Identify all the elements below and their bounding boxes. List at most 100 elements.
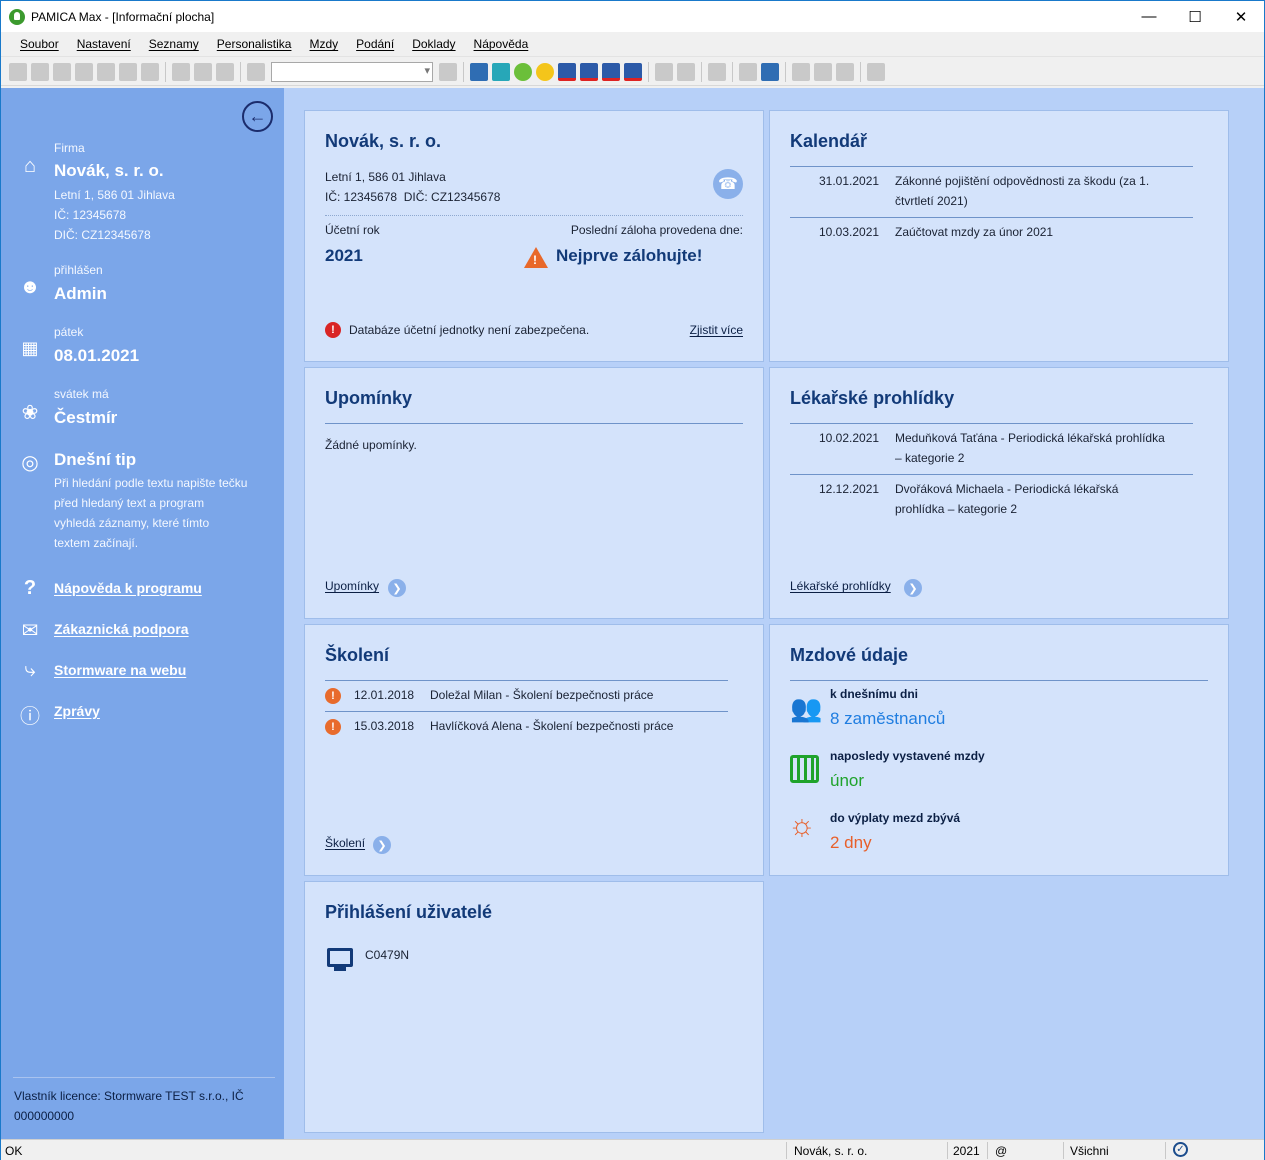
menu-napoveda[interactable]: Nápověda (474, 37, 529, 51)
toolbar-separator (860, 61, 861, 82)
check-icon: ✓ (1173, 1142, 1188, 1157)
chevron-right-icon[interactable]: ❯ (904, 579, 922, 597)
maximize-button[interactable]: ☐ (1172, 1, 1218, 32)
reminders-empty: Žádné upomínky. (325, 438, 417, 452)
next-record-icon[interactable] (53, 62, 71, 81)
help-link[interactable]: Nápověda k programu (54, 580, 202, 596)
medical-text: Dvořáková Michaela - Periodická lékařská (895, 482, 1119, 496)
warning-mark: ! (533, 253, 537, 267)
menu-seznamy[interactable]: Seznamy (149, 37, 199, 51)
medical-text: prohlídka – kategorie 2 (895, 502, 1018, 516)
status-separator (947, 1142, 948, 1159)
folder-icon[interactable] (708, 62, 726, 81)
payroll-title: Mzdové údaje (790, 645, 909, 665)
calculator-icon[interactable] (739, 62, 757, 81)
previous-record-icon[interactable] (31, 62, 49, 81)
training-card: Školení ! 12.01.2018 Doležal Milan - Ško… (304, 624, 764, 876)
app-logo-icon (9, 8, 25, 25)
tip-title: Dnešní tip (54, 450, 137, 469)
copy-icon[interactable] (247, 62, 265, 81)
mail-icon: ✉ (21, 620, 39, 642)
list-icon[interactable] (836, 62, 854, 81)
alert-icon: ! (325, 719, 341, 735)
reminders-card: Upomínky Žádné upomínky. Upomínky ❯ (304, 367, 764, 619)
title-bar: PAMICA Max - [Informační plocha] — ☐ ✕ (1, 1, 1264, 32)
support-link[interactable]: Zákaznická podpora (54, 621, 189, 637)
collapse-sidebar-button[interactable]: ← (242, 101, 273, 132)
medical-link[interactable]: Lékařské prohlídky (790, 579, 891, 593)
web-link[interactable]: Stormware na webu (54, 662, 186, 678)
help-icon: ? (23, 577, 37, 599)
status-company: Novák, s. r. o. (794, 1144, 868, 1158)
divider (790, 217, 1193, 218)
sun-icon: ☼ (788, 809, 816, 842)
first-record-icon[interactable] (9, 62, 27, 81)
license-line: 000000000 (14, 1109, 75, 1123)
calendar-text: Zákonné pojištění odpovědnosti za škodu … (895, 174, 1150, 188)
close-button[interactable]: ✕ (1218, 1, 1264, 32)
status-state: OK (5, 1144, 23, 1158)
minimize-button[interactable]: — (1126, 1, 1172, 32)
context-help-icon[interactable] (867, 62, 885, 81)
training-link[interactable]: Školení (325, 836, 365, 850)
flower-icon: ❀ (21, 402, 39, 424)
toolbar-separator (701, 61, 702, 82)
reminders-title: Upomínky (325, 388, 413, 408)
print-icon[interactable] (97, 62, 115, 81)
employees-value: 8 zaměstnanců (830, 709, 946, 728)
home-icon: ⌂ (23, 155, 37, 177)
training-date: 15.03.2018 (354, 719, 415, 733)
payroll-card: Mzdové údaje 👥 k dnešnímu dni 8 zaměstna… (769, 624, 1229, 876)
news-link[interactable]: Zprávy (54, 703, 100, 719)
logged-users-card: Přihlášení uživatelé C0479N (304, 881, 764, 1133)
wage-list-icon[interactable] (558, 62, 576, 81)
filter-clear-icon[interactable] (439, 62, 457, 81)
save-icon[interactable] (194, 62, 212, 81)
medical-date: 10.02.2021 (819, 431, 880, 445)
calendar-card: Kalendář 31.01.2021 Zákonné pojištění od… (769, 110, 1229, 362)
more-info-link[interactable]: Zjistit více (690, 323, 743, 337)
menu-doklady[interactable]: Doklady (412, 37, 455, 51)
menu-podani[interactable]: Podání (356, 37, 394, 51)
module-m-icon[interactable] (470, 62, 488, 81)
divider (325, 680, 728, 681)
calendar-title: Kalendář (790, 131, 868, 151)
info-icon: ⓘ (20, 706, 40, 728)
status-filter: Všichni (1070, 1144, 1109, 1158)
status-year: 2021 (953, 1144, 980, 1158)
user-label: přihlášen (54, 263, 103, 277)
print-preview-icon[interactable] (119, 62, 137, 81)
person-yellow-icon[interactable] (536, 62, 554, 81)
phone-icon[interactable]: ☎ (713, 169, 743, 199)
export-icon[interactable] (141, 62, 159, 81)
wage-report-icon[interactable] (624, 62, 642, 81)
filter-icon[interactable] (655, 62, 673, 81)
filter-advanced-icon[interactable] (677, 62, 695, 81)
menu-mzdy[interactable]: Mzdy (309, 37, 338, 51)
firm-label: Firma (54, 141, 85, 155)
last-record-icon[interactable] (75, 62, 93, 81)
monitor-stand (334, 967, 346, 971)
menu-nastaveni[interactable]: Nastavení (77, 37, 131, 51)
people-icon[interactable] (492, 62, 510, 81)
chevron-right-icon[interactable]: ❯ (388, 579, 406, 597)
firm-name: Novák, s. r. o. (54, 161, 164, 180)
firm-dic: DIČ: CZ12345678 (54, 228, 151, 242)
menu-soubor[interactable]: Soubor (20, 37, 59, 51)
person-green-icon[interactable] (514, 62, 532, 81)
chevron-right-icon[interactable]: ❯ (373, 836, 391, 854)
training-title: Školení (325, 645, 390, 665)
notes-icon[interactable] (814, 62, 832, 81)
save-all-icon[interactable] (216, 62, 234, 81)
employees-label: k dnešnímu dni (830, 687, 919, 701)
wage-calc-icon[interactable] (580, 62, 598, 81)
last-wages-label: naposledy vystavené mzdy (830, 749, 985, 763)
wage-summary-icon[interactable] (602, 62, 620, 81)
toolbar-filter-combo[interactable] (271, 61, 433, 82)
accounting-year: 2021 (325, 246, 363, 265)
menu-personalistika[interactable]: Personalistika (217, 37, 292, 51)
message-icon[interactable] (792, 62, 810, 81)
iban-icon[interactable] (761, 62, 779, 81)
new-record-icon[interactable] (172, 62, 190, 81)
reminders-link[interactable]: Upomínky (325, 579, 379, 593)
